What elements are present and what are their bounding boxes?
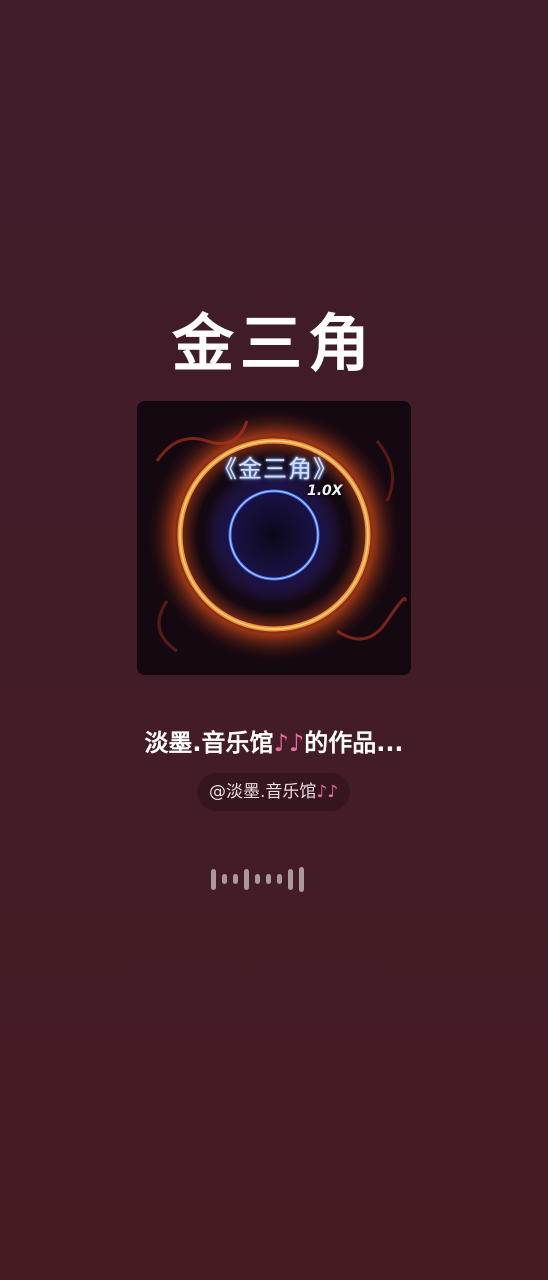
audio-waveform-icon[interactable] xyxy=(211,864,339,894)
waveform-bar xyxy=(299,866,304,892)
music-share-page: 金三角 《金三角》 1.0X 淡墨.音乐馆♪♪的作品... @淡墨.音乐馆♪♪ xyxy=(0,0,548,1280)
song-title: 金三角 xyxy=(171,307,376,380)
waveform-bar xyxy=(266,874,271,884)
author-handle: @淡墨.音乐馆 xyxy=(209,782,317,802)
album-cover[interactable]: 《金三角》 1.0X xyxy=(137,401,411,675)
cover-speed-label: 1.0X xyxy=(307,483,343,499)
works-title-suffix: 的作品... xyxy=(304,729,404,757)
music-note-icon: ♪♪ xyxy=(316,782,339,802)
waveform-bar xyxy=(233,874,238,884)
works-title-prefix: 淡墨.音乐馆 xyxy=(144,729,274,757)
waveform-bar xyxy=(288,868,293,890)
author-handle-pill[interactable]: @淡墨.音乐馆♪♪ xyxy=(197,773,351,811)
waveform-bar xyxy=(255,874,260,884)
cover-artwork xyxy=(137,401,411,675)
waveform-bar xyxy=(277,874,282,884)
works-title: 淡墨.音乐馆♪♪的作品... xyxy=(0,724,548,762)
waveform-bar xyxy=(222,874,227,884)
music-note-icon: ♪♪ xyxy=(273,729,305,757)
cover-caption: 《金三角》 xyxy=(213,455,338,483)
waveform-bar xyxy=(211,868,216,890)
waveform-bar xyxy=(244,868,249,890)
